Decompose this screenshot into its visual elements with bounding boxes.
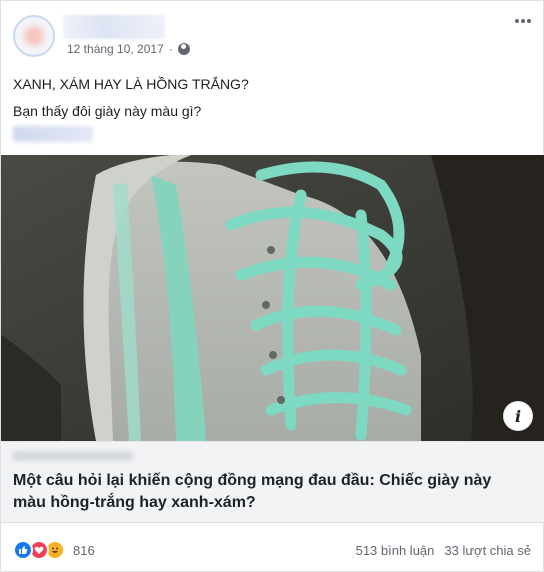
shoe-image [1, 155, 544, 441]
shares-count[interactable]: 33 lượt chia sẻ [444, 543, 531, 558]
globe-icon[interactable] [177, 43, 190, 55]
author-name-blurred[interactable] [63, 15, 165, 39]
comments-count[interactable]: 513 bình luận [356, 543, 435, 558]
post-card: 12 tháng 10, 2017 · XANH, XÁM HAY LÀ HỒN… [0, 0, 544, 572]
post-text-line2: Bạn thấy đôi giày này màu gì? [13, 103, 202, 119]
shoe-photo[interactable]: i [1, 155, 544, 441]
info-button[interactable]: i [503, 401, 533, 431]
avatar[interactable] [13, 15, 55, 57]
reactions-summary[interactable]: 816 [13, 540, 95, 560]
meta-separator: · [168, 42, 173, 56]
post-timestamp[interactable]: 12 tháng 10, 2017 [67, 42, 164, 56]
like-icon [13, 540, 33, 560]
link-domain-blurred [13, 451, 133, 461]
link-preview[interactable]: Một câu hỏi lại khiến cộng đồng mạng đau… [1, 441, 544, 523]
post-footer: 816 513 bình luận 33 lượt chia sẻ [1, 531, 543, 571]
post-text-line1: XANH, XÁM HAY LÀ HỒNG TRẮNG? [13, 76, 249, 92]
engagement-stats: 513 bình luận 33 lượt chia sẻ [356, 543, 531, 558]
avatar-image [24, 26, 44, 46]
link-title[interactable]: Một câu hỏi lại khiến cộng đồng mạng đau… [13, 470, 523, 514]
post-meta: 12 tháng 10, 2017 · [67, 42, 190, 56]
post-header: 12 tháng 10, 2017 · [1, 1, 543, 67]
reaction-count: 816 [73, 542, 95, 558]
more-options-icon[interactable] [513, 19, 533, 33]
hashtag-blurred[interactable] [13, 126, 93, 142]
